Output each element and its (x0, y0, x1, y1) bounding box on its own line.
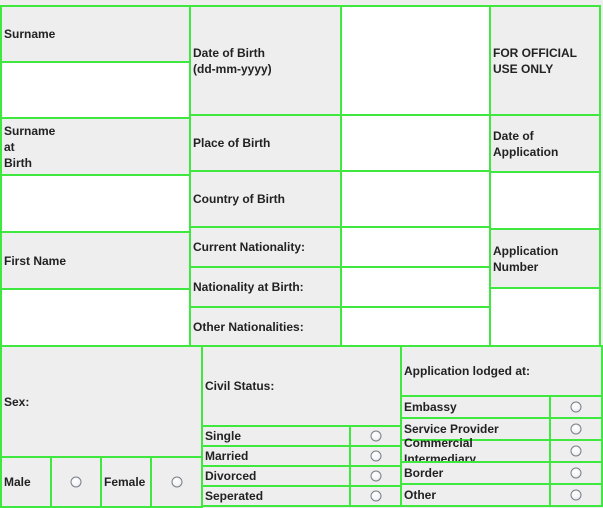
other-nationalities-input[interactable] (340, 306, 491, 348)
surname-label: Surname (4, 27, 56, 41)
nationality-at-birth-input[interactable] (340, 266, 491, 308)
date-of-application-label-cell: Date of Application (489, 114, 601, 173)
date-of-birth-label-cell: Date of Birth (dd-mm-yyyy) (189, 5, 342, 116)
option-label-cell: Divorced (201, 465, 351, 487)
female-radio[interactable] (171, 476, 182, 488)
sex-label-cell: Sex: (0, 345, 203, 458)
option-label-cell: Commercial Intermediary (400, 436, 551, 466)
sex-label: Sex: (4, 394, 30, 409)
option-other-radio[interactable] (570, 489, 582, 501)
option-seperated-radio[interactable] (370, 490, 381, 502)
male-radio[interactable] (70, 476, 82, 488)
option-embassy-label: Embassy (404, 400, 457, 414)
place-of-birth-label: Place of Birth (193, 136, 271, 150)
option-radio-cell (549, 483, 603, 507)
option-border-radio[interactable] (570, 467, 582, 479)
option-label-cell: Embassy (400, 395, 551, 419)
application-lodged-label: Application lodged at: (404, 364, 530, 378)
other-nationalities-label: Other Nationalities: (193, 320, 304, 334)
date-of-application-label: Date of Application (493, 128, 559, 159)
option-radio-cell (349, 465, 402, 487)
option-label-cell: Single (201, 425, 351, 447)
option-radio-cell (549, 461, 603, 485)
current-nationality-label: Current Nationality: (193, 240, 306, 254)
application-number-input[interactable] (489, 287, 601, 348)
option-married-label: Married (205, 449, 249, 463)
other-nationalities-label-cell: Other Nationalities: (189, 306, 342, 348)
option-embassy-radio[interactable] (570, 401, 582, 413)
option-other-label: Other (404, 488, 437, 502)
place-of-birth-label-cell: Place of Birth (189, 114, 342, 172)
civil-status-label: Civil Status: (205, 379, 275, 393)
official-use-label-cell: FOR OFFICIAL USE ONLY (489, 5, 601, 116)
option-radio-cell (549, 395, 603, 419)
option-label-cell: Border (400, 461, 551, 485)
surname-input[interactable] (0, 61, 191, 119)
country-of-birth-label: Country of Birth (193, 192, 285, 206)
option-radio-cell (349, 425, 402, 447)
official-use-label: FOR OFFICIAL USE ONLY (493, 45, 577, 76)
first-name-label-cell: First Name (0, 231, 191, 290)
option-single-radio[interactable] (370, 430, 381, 442)
option-divorced-label: Divorced (205, 469, 257, 483)
application-number-label: Application Number (493, 243, 559, 274)
male-radio-cell (50, 456, 102, 508)
female-label: Female (104, 475, 146, 489)
country-of-birth-label-cell: Country of Birth (189, 170, 342, 228)
civil-status-label-cell: Civil Status: (201, 345, 402, 427)
country-of-birth-input[interactable] (340, 170, 491, 228)
surname-label-cell: Surname (0, 5, 191, 63)
application-lodged-label-cell: Application lodged at: (400, 345, 603, 397)
option-seperated-label: Seperated (205, 489, 264, 503)
surname-at-birth-label: Surname at Birth (4, 123, 56, 170)
nationality-at-birth-label-cell: Nationality at Birth: (189, 266, 342, 308)
option-label-cell: Seperated (201, 485, 351, 507)
place-of-birth-input[interactable] (340, 114, 491, 172)
female-radio-cell (150, 456, 203, 508)
date-of-birth-input[interactable] (340, 5, 491, 116)
date-of-application-input[interactable] (489, 171, 601, 230)
option-radio-cell (349, 445, 402, 467)
option-single-label: Single (205, 429, 242, 443)
option-radio-cell (349, 485, 402, 507)
application-number-label-cell: Application Number (489, 228, 601, 289)
male-label: Male (4, 475, 31, 489)
first-name-input[interactable] (0, 288, 191, 347)
option-border-label: Border (404, 466, 444, 480)
female-label-cell: Female (100, 456, 152, 508)
option-radio-cell (549, 417, 603, 441)
surname-at-birth-label-cell: Surname at Birth (0, 117, 191, 176)
option-commercial-intermediary-radio[interactable] (570, 445, 582, 457)
current-nationality-input[interactable] (340, 226, 491, 268)
nationality-at-birth-label: Nationality at Birth: (193, 280, 304, 294)
date-of-birth-label: Date of Birth (dd-mm-yyyy) (193, 45, 272, 76)
male-label-cell: Male (0, 456, 52, 508)
option-married-radio[interactable] (370, 450, 381, 462)
first-name-label: First Name (4, 253, 67, 268)
option-label-cell: Other (400, 483, 551, 507)
option-label-cell: Married (201, 445, 351, 467)
surname-at-birth-input[interactable] (0, 174, 191, 233)
option-radio-cell (549, 439, 603, 463)
current-nationality-label-cell: Current Nationality: (189, 226, 342, 268)
option-divorced-radio[interactable] (370, 470, 381, 482)
option-service-provider-radio[interactable] (570, 423, 582, 435)
